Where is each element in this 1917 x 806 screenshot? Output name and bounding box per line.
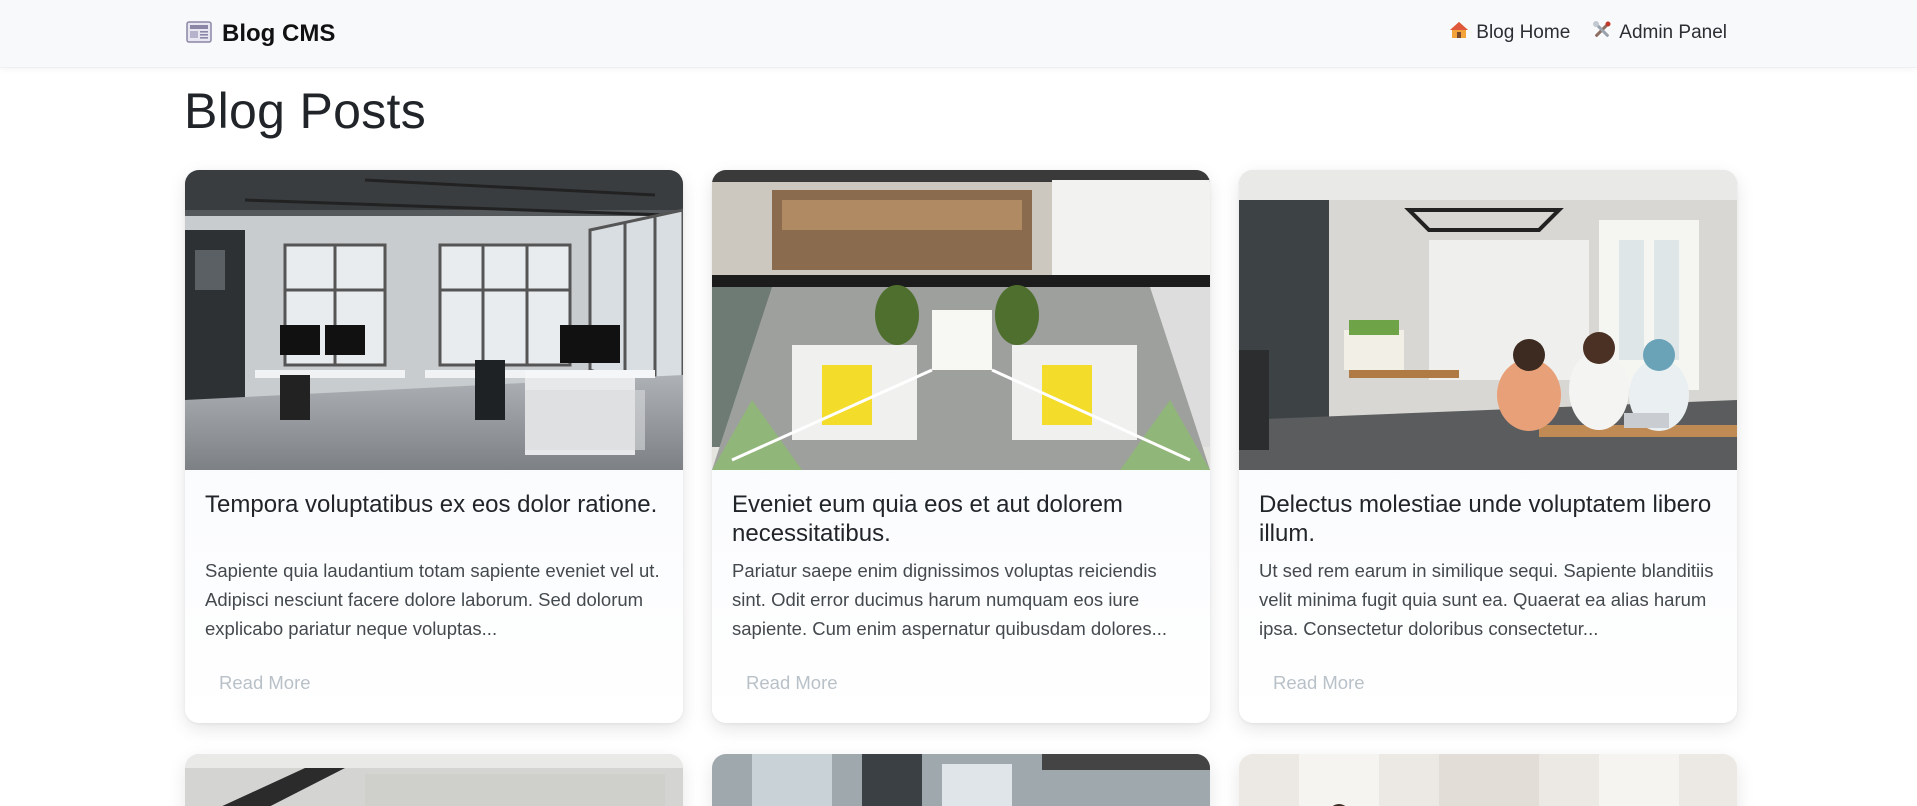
post-card-partial xyxy=(712,754,1210,806)
post-card: Delectus molestiae unde voluptatem liber… xyxy=(1239,170,1737,723)
post-title[interactable]: Tempora voluptatibus ex eos dolor ration… xyxy=(205,490,665,519)
nav-links: Blog Home Admin Panel xyxy=(1449,20,1727,46)
nav-link-admin-panel[interactable]: Admin Panel xyxy=(1592,20,1727,46)
open-office-photo xyxy=(712,170,1210,470)
nav-link-label: Blog Home xyxy=(1476,22,1571,43)
page-title: Blog Posts xyxy=(184,83,427,139)
read-more-button[interactable]: Read More xyxy=(732,666,852,700)
nav-link-blog-home[interactable]: Blog Home xyxy=(1449,20,1570,46)
team-meeting-photo xyxy=(1239,170,1737,470)
post-excerpt: Ut sed rem earum in similique sequi. Sap… xyxy=(1259,560,1714,639)
navbar: Blog CMS Blog Home Admin Panel xyxy=(0,0,1917,68)
post-image-partial xyxy=(185,754,683,806)
read-more-button[interactable]: Read More xyxy=(205,666,325,700)
post-excerpt: Sapiente quia laudantium totam sapiente … xyxy=(205,560,660,639)
post-card-partial xyxy=(1239,754,1737,806)
nav-link-label: Admin Panel xyxy=(1619,22,1727,43)
brand-name: Blog CMS xyxy=(222,20,336,47)
post-card: Eveniet eum quia eos et aut dolorem nece… xyxy=(712,170,1210,723)
post-card: Tempora voluptatibus ex eos dolor ration… xyxy=(185,170,683,723)
post-title[interactable]: Delectus molestiae unde voluptatem liber… xyxy=(1259,490,1719,548)
post-card-partial xyxy=(185,754,683,806)
post-image-partial xyxy=(1239,754,1737,806)
post-image-partial xyxy=(712,754,1210,806)
newspaper-icon xyxy=(186,20,212,49)
house-icon xyxy=(1449,20,1469,46)
office-interior-photo xyxy=(185,170,683,470)
read-more-button[interactable]: Read More xyxy=(1259,666,1379,700)
post-excerpt: Pariatur saepe enim dignissimos voluptas… xyxy=(732,560,1167,639)
brand-link[interactable]: Blog CMS xyxy=(186,19,335,49)
post-title[interactable]: Eveniet eum quia eos et aut dolorem nece… xyxy=(732,490,1192,548)
tools-icon xyxy=(1592,20,1612,46)
